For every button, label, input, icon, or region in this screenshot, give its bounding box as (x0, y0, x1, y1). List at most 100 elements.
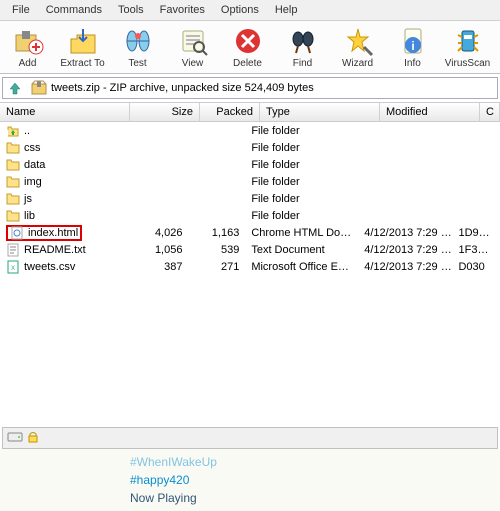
file-type: File folder (245, 193, 358, 205)
add-button[interactable]: Add (0, 23, 55, 71)
file-row[interactable]: css File folder (0, 139, 500, 156)
file-packed: 1,163 (188, 227, 245, 239)
col-crc[interactable]: C (480, 103, 500, 121)
menu-options[interactable]: Options (213, 2, 267, 18)
file-crc: D030 (452, 261, 500, 273)
toolbar-label: View (182, 58, 204, 69)
drive-icon[interactable] (7, 431, 23, 445)
file-packed: 271 (188, 261, 245, 273)
file-type: Chrome HTML Do… (245, 227, 358, 239)
toolbar-label: Test (128, 58, 146, 69)
info-icon: i (397, 25, 429, 57)
info-button[interactable]: i Info (385, 23, 440, 71)
virus-button[interactable]: VirusScan (440, 23, 495, 71)
file-crc: 1D9… (452, 227, 500, 239)
toolbar-label: Extract To (60, 58, 104, 69)
extract-button[interactable]: Extract To (55, 23, 110, 71)
hashtag-link[interactable]: #WhenIWakeUp (130, 453, 370, 471)
file-type: Text Document (245, 244, 358, 256)
file-name: README.txt (24, 244, 86, 256)
toolbar-label: Find (293, 58, 312, 69)
file-type: File folder (245, 210, 358, 222)
file-name: js (24, 193, 32, 205)
folder-icon (6, 192, 20, 206)
up-icon (6, 124, 20, 138)
find-button[interactable]: Find (275, 23, 330, 71)
toolbar-label: Add (19, 58, 37, 69)
address-bar[interactable]: tweets.zip - ZIP archive, unpacked size … (2, 77, 498, 99)
view-button[interactable]: View (165, 23, 220, 71)
file-row[interactable]: js File folder (0, 190, 500, 207)
col-size[interactable]: Size (130, 103, 200, 121)
file-name: css (24, 142, 41, 154)
file-name: index.html (28, 227, 78, 239)
wizard-icon (342, 25, 374, 57)
file-packed: 539 (188, 244, 245, 256)
file-row[interactable]: Xtweets.csv 387271Microsoft Office E…4/12… (0, 258, 500, 275)
menu-bar: File Commands Tools Favorites Options He… (0, 0, 500, 21)
delete-icon (232, 25, 264, 57)
file-type: File folder (245, 159, 358, 171)
menu-help[interactable]: Help (267, 2, 306, 18)
file-name: tweets.csv (24, 261, 75, 273)
file-size: 1,056 (122, 244, 188, 256)
col-packed[interactable]: Packed (200, 103, 260, 121)
file-modified: 4/12/2013 7:29 … (358, 261, 452, 273)
hashtag-link[interactable]: Now Playing (130, 489, 370, 507)
file-row[interactable]: README.txt 1,056539Text Document4/12/2013… (0, 241, 500, 258)
txt-icon (6, 243, 20, 257)
svg-text:i: i (411, 39, 414, 53)
extract-icon (67, 25, 99, 57)
menu-file[interactable]: File (4, 2, 38, 18)
highlight-box: index.html (6, 225, 82, 241)
file-row[interactable]: lib File folder (0, 207, 500, 224)
menu-tools[interactable]: Tools (110, 2, 152, 18)
col-type[interactable]: Type (260, 103, 380, 121)
col-name[interactable]: Name (0, 103, 130, 121)
find-icon (287, 25, 319, 57)
file-type: File folder (245, 125, 358, 137)
hashtag-link[interactable]: #happy420 (130, 471, 370, 489)
file-modified: 4/12/2013 7:29 … (358, 227, 452, 239)
file-row[interactable]: img File folder (0, 173, 500, 190)
file-size: 4,026 (122, 227, 188, 239)
col-modified[interactable]: Modified (380, 103, 480, 121)
test-icon (122, 25, 154, 57)
csv-icon: X (6, 260, 20, 274)
address-text: tweets.zip - ZIP archive, unpacked size … (51, 82, 314, 94)
file-type: File folder (245, 176, 358, 188)
file-row[interactable]: index.html 4,0261,163Chrome HTML Do…4/12/… (0, 224, 500, 241)
add-icon (12, 25, 44, 57)
folder-icon (6, 141, 20, 155)
toolbar-label: VirusScan (445, 58, 490, 69)
file-name: img (24, 176, 42, 188)
folder-icon (6, 175, 20, 189)
toolbar-label: Delete (233, 58, 262, 69)
file-row[interactable]: dataFile folder (0, 156, 500, 173)
file-type: Microsoft Office E… (245, 261, 358, 273)
test-button[interactable]: Test (110, 23, 165, 71)
file-name: lib (24, 210, 35, 222)
toolbar: Add Extract To Test View Delete Find Wizard i In… (0, 21, 500, 74)
delete-button[interactable]: Delete (220, 23, 275, 71)
file-list: ..File foldercssFile folderdataFile fold… (0, 122, 500, 427)
file-type: File folder (245, 142, 358, 154)
lock-icon[interactable] (26, 431, 42, 445)
status-bar (2, 427, 498, 449)
file-modified: 4/12/2013 7:29 … (358, 244, 452, 256)
column-headers: Name Size Packed Type Modified C (0, 102, 500, 122)
archive-icon (31, 80, 47, 96)
file-row[interactable]: .. File folder (0, 122, 500, 139)
virus-icon (452, 25, 484, 57)
folder-icon (6, 158, 20, 172)
view-icon (177, 25, 209, 57)
up-icon[interactable] (7, 80, 23, 96)
menu-favorites[interactable]: Favorites (152, 2, 213, 18)
svg-text:X: X (11, 266, 15, 272)
toolbar-label: Info (404, 58, 421, 69)
folder-icon (6, 209, 20, 223)
file-size: 387 (122, 261, 188, 273)
file-name: .. (24, 125, 30, 137)
menu-commands[interactable]: Commands (38, 2, 110, 18)
wizard-button[interactable]: Wizard (330, 23, 385, 71)
